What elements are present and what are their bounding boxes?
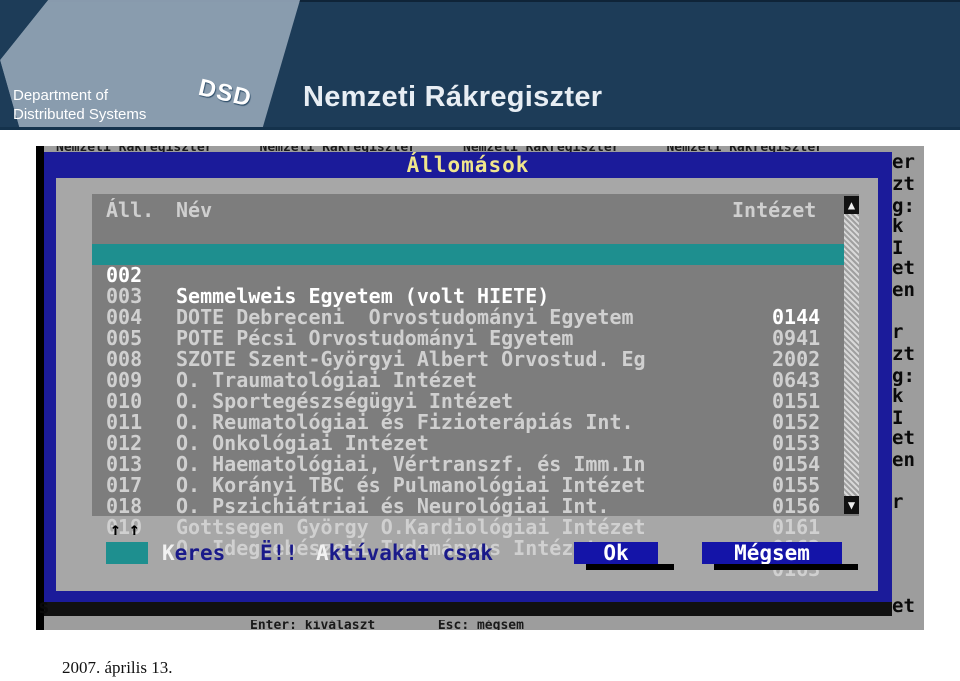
right-edge-text: et [892,257,915,279]
list-row[interactable]: 011 O. Onkológiai Intézet 0154 [92,391,844,475]
aktivakat-hotkey: A [316,541,329,565]
cancel-button[interactable]: Mégsem [702,542,842,564]
list-row[interactable]: 019 O. Idegsebészeti Tudományos Intézet … [92,496,844,580]
department-name: Department of Distributed Systems [13,86,146,124]
scroll-up-arrow-icon[interactable]: ▲ [844,196,859,214]
dialog-body: Áll. Név Intézet 002 Semmelweis Egyetem … [56,178,878,591]
right-edge-text: et [892,595,915,617]
column-header-all: Áll. [106,198,155,222]
list-row[interactable]: 003 DOTE Debreceni Orvostudományi Egyete… [92,265,844,349]
department-line-2: Distributed Systems [13,106,147,123]
background-right-text: er zt g: k I et en r zt g: k I et en r e… [892,146,924,630]
stations-list[interactable]: Áll. Név Intézet 002 Semmelweis Egyetem … [92,194,859,580]
right-edge-text: I [892,407,904,429]
page-title: Nemzeti Rákregiszter [303,81,603,113]
list-row[interactable]: 010 O. Reumatológiai és Fizioterápiás In… [92,370,844,454]
ok-button-shadow [586,564,674,570]
right-edge-text: r [892,491,904,513]
keres-label: eres [174,541,226,565]
right-edge-text: en [892,279,915,301]
status-line-text: Enter: kiválaszt Esc: mégsem [250,620,524,630]
right-edge-text: er [892,151,915,173]
aktivakat-label: ktívakat csak [328,541,494,565]
department-line-1: Department of [13,87,109,104]
slide-header: Department of Distributed Systems DSD Ne… [0,0,960,130]
right-edge-text: en [892,449,915,471]
right-edge-text: zt [892,173,915,195]
keres-checkbox[interactable] [106,542,148,564]
keres-hotkey: K [162,541,175,565]
right-edge-text: et [892,427,915,449]
row-nev: Gottsegen György O.Kardiológiai Intézet [176,515,646,539]
keres-option[interactable]: Keres [162,540,225,566]
list-row[interactable]: 012 O. Haematológiai, Vértranszf. és Imm… [92,412,844,496]
stations-dialog: Állomások Áll. Név Intézet 002 Semmelwei… [44,152,892,602]
list-row[interactable]: 017 O. Pszichiátriai és Neurológiai Int.… [92,454,844,538]
dialog-title: Állomások [406,153,530,177]
dos-screenshot: Nemzeti Rákregiszter Nemzeti Rákregiszte… [36,146,924,630]
header-bottom-line [0,127,960,130]
background-left-text: s [38,596,50,618]
slide-date: 2007. április 13. [62,658,173,677]
right-edge-text: g: [892,195,915,217]
right-edge-text: r [892,321,904,343]
list-row-selected[interactable]: 002 Semmelweis Egyetem (volt HIETE) 0144 [92,244,844,328]
scrollbar-track[interactable] [844,214,859,496]
column-header-nev: Név [176,198,213,222]
e-option[interactable]: Ë!! [260,540,298,566]
aktivakat-option[interactable]: Aktívakat csak [316,540,493,566]
list-row[interactable]: 009 O. Sportegészségügyi Intézet 0152 [92,349,844,433]
cancel-button-shadow [714,564,858,570]
right-edge-text: k [892,385,904,407]
list-row[interactable]: 004 POTE Pécsi Orvostudományi Egyetem 20… [92,286,844,370]
row-intezet: 0161 [772,515,821,539]
right-edge-text: I [892,237,904,259]
sort-arrows-icon[interactable]: ↑↑ [110,520,148,540]
ok-button[interactable]: Ok [574,542,658,564]
list-row[interactable]: 018 Gottsegen György O.Kardiológiai Inté… [92,475,844,559]
right-edge-text: zt [892,343,915,365]
list-row[interactable]: 005 SZOTE Szent-Györgyi Albert Orvostud.… [92,307,844,391]
list-scrollbar[interactable]: ▲ ▼ [844,196,859,514]
right-edge-text: g: [892,365,915,387]
right-edge-text: k [892,215,904,237]
list-row[interactable]: 008 O. Traumatológiai Intézet 0151 [92,328,844,412]
column-header-intezet: Intézet [732,198,817,222]
scroll-down-arrow-icon[interactable]: ▼ [844,496,859,514]
screen-left-edge [36,146,44,630]
list-row[interactable]: 013 O. Korányi TBC és Pulmanológiai Inté… [92,433,844,517]
dialog-shadow [44,602,892,616]
